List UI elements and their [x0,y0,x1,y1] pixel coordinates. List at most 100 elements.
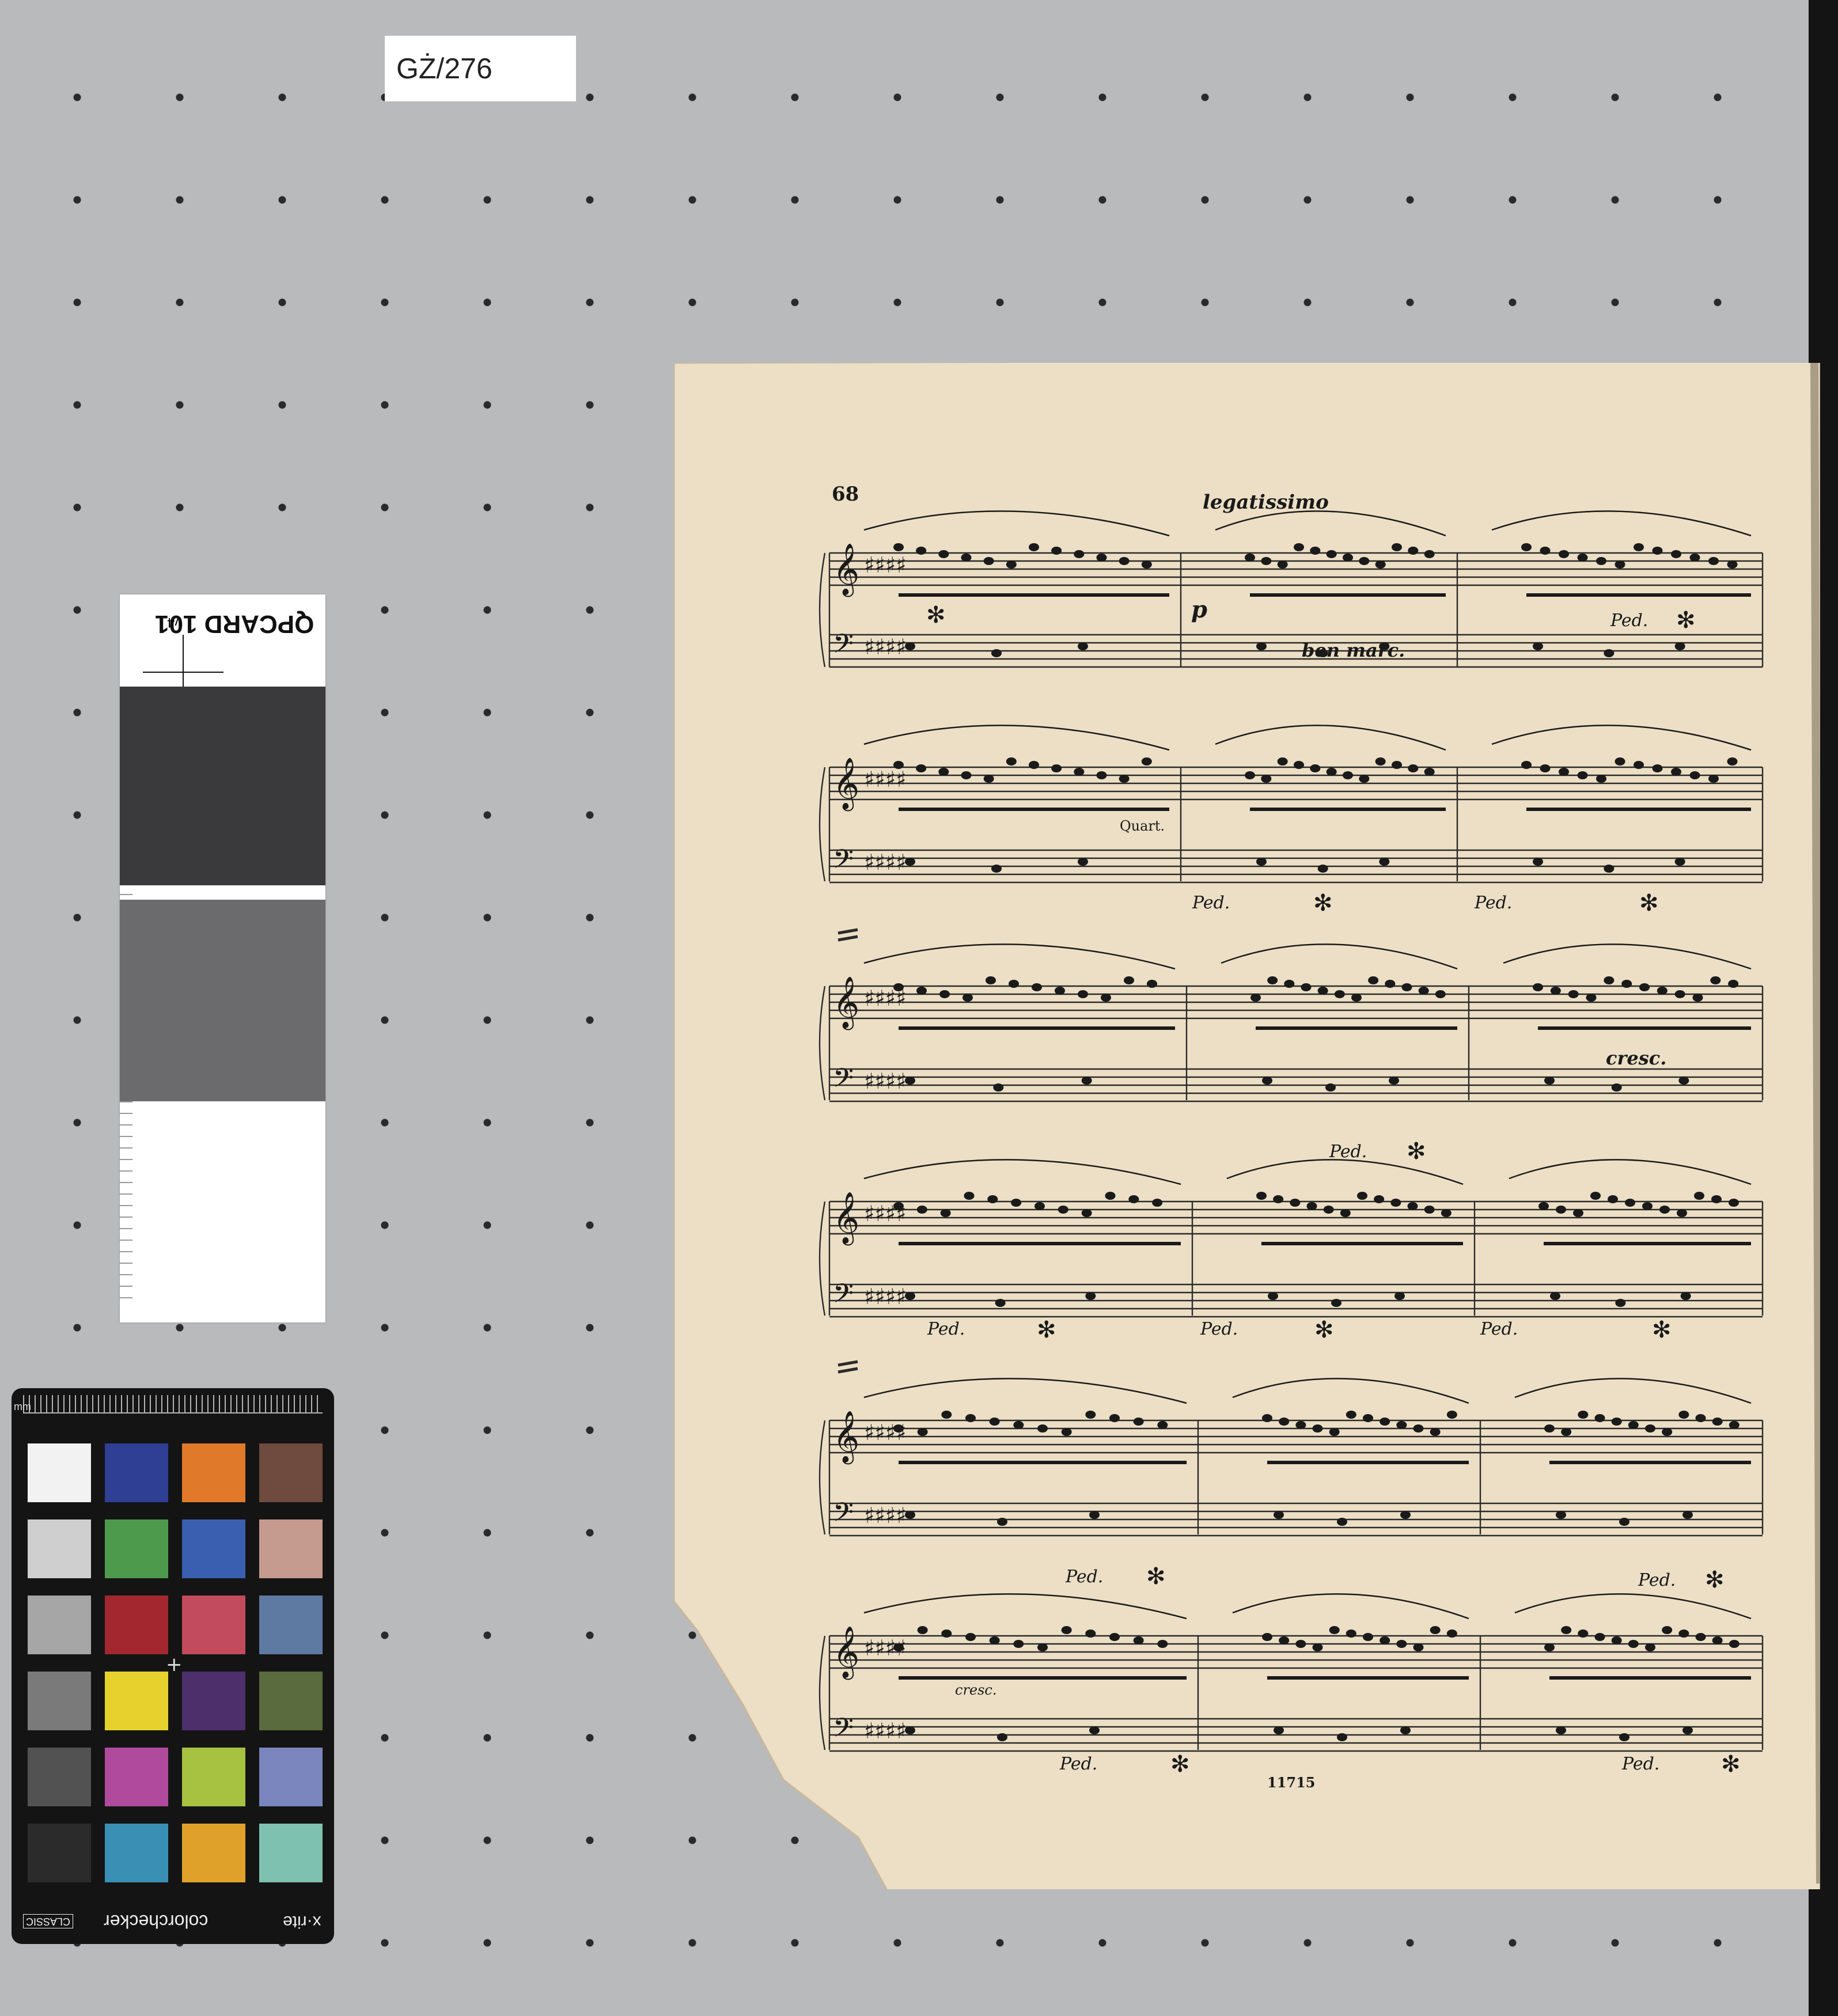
note-head [893,1202,904,1210]
pedal-release-mark: ✻ [1676,607,1696,634]
note-head [1657,987,1668,995]
note-head [986,976,996,984]
note-beam [899,808,1169,811]
pedal-mark: Ped. [1060,1754,1098,1774]
note-head [1006,757,1017,766]
color-patch [28,1748,91,1806]
note-head [1674,990,1685,998]
treble-clef-icon: 𝄞 [833,1626,859,1680]
note-head [1141,560,1152,569]
note-head [916,987,927,995]
note-head [1078,642,1088,650]
note-head [1577,554,1588,562]
note-head [989,1636,1000,1644]
note-head [1573,1209,1583,1217]
note-head [1578,1411,1589,1419]
note-head [1392,543,1402,551]
note-head [1081,1077,1092,1085]
plate-number: 11715 [1267,1774,1316,1791]
note-head [962,994,973,1002]
note-head [983,775,994,783]
note-head [1277,560,1288,569]
pedal-mark: Ped. [1192,893,1230,913]
note-beam [1526,808,1751,811]
note-head [1645,1643,1655,1651]
note-head [1538,1202,1549,1210]
note-head [917,1428,928,1436]
note-head [1029,761,1039,769]
note-beam [899,1026,1175,1030]
note-head [1678,1411,1689,1419]
note-head [1677,1209,1687,1217]
page-number: 68 [832,483,859,506]
note-head [1374,1195,1385,1203]
pedal-release-mark: ✻ [1314,1317,1334,1343]
note-head [1710,976,1721,984]
note-head [1119,557,1130,565]
note-head [1317,987,1328,995]
pedal-release-mark: ✻ [926,602,946,628]
note-beam [1256,1026,1457,1030]
note-head [1061,1626,1072,1634]
note-head [1446,1630,1457,1638]
color-patch [182,1519,245,1578]
note-head [1029,543,1039,551]
note-head [1096,771,1107,779]
note-head [1334,990,1345,998]
note-head [1621,980,1632,988]
note-head [1408,764,1419,772]
marking-cresc-2: cresc. [955,1682,997,1698]
note-head [1279,1636,1290,1644]
note-head [1343,554,1353,562]
note-head [1329,1626,1340,1634]
bass-clef-icon: 𝄢 [833,1497,854,1534]
qpcard-mid-patch [120,900,325,1101]
note-head [1009,980,1019,988]
colorchecker-card: mm + CLASSIC colorchecker x·rite [12,1388,334,1944]
colorchecker-brand: colorchecker [104,1911,209,1932]
note-head [1085,1411,1096,1419]
note-head [1561,1626,1572,1634]
key-signature-sharps-icon: ♯♯♯♯ [864,634,907,660]
note-head [993,1083,1004,1092]
note-head [1061,1428,1072,1436]
note-head [1586,994,1597,1002]
marking-legatissimo: legatissimo [1203,491,1329,514]
note-head [941,1630,952,1638]
qpcard-dark-patch [120,687,325,885]
pedal-release-mark: ✻ [1721,1751,1741,1778]
note-head [1326,550,1337,558]
note-head [1559,768,1569,776]
note-head [1133,1636,1144,1644]
note-head [1262,1077,1272,1085]
note-head [1729,1640,1740,1648]
note-head [905,1292,915,1300]
note-head [1615,757,1625,766]
key-signature-sharps-icon: ♯♯♯♯ [864,1420,907,1445]
note-head [1659,1206,1670,1214]
note-head [1678,1077,1689,1085]
pedal-mark: Ped. [1638,1570,1676,1590]
note-head [1521,761,1532,769]
note-head [1089,1726,1100,1734]
note-head [1325,1083,1336,1092]
note-head [1521,543,1532,551]
note-head [1662,1626,1673,1634]
note-head [1268,1292,1278,1300]
note-beam [899,1461,1187,1464]
note-head [991,649,1002,657]
note-head [1645,1424,1655,1433]
note-head [1596,557,1606,565]
note-head [1262,1633,1272,1641]
note-head [1413,1424,1424,1433]
dynamic-piano: p [1191,596,1207,623]
pedal-release-mark: ✻ [1652,1317,1672,1343]
bass-clef-icon: 𝄢 [833,628,854,666]
note-head [1559,550,1569,558]
note-head [1128,1195,1139,1203]
color-patch [105,1672,168,1730]
pedal-mark: Ped. [927,1319,965,1339]
note-head [1294,761,1304,769]
note-head [1375,560,1386,569]
note-head [1727,757,1738,766]
